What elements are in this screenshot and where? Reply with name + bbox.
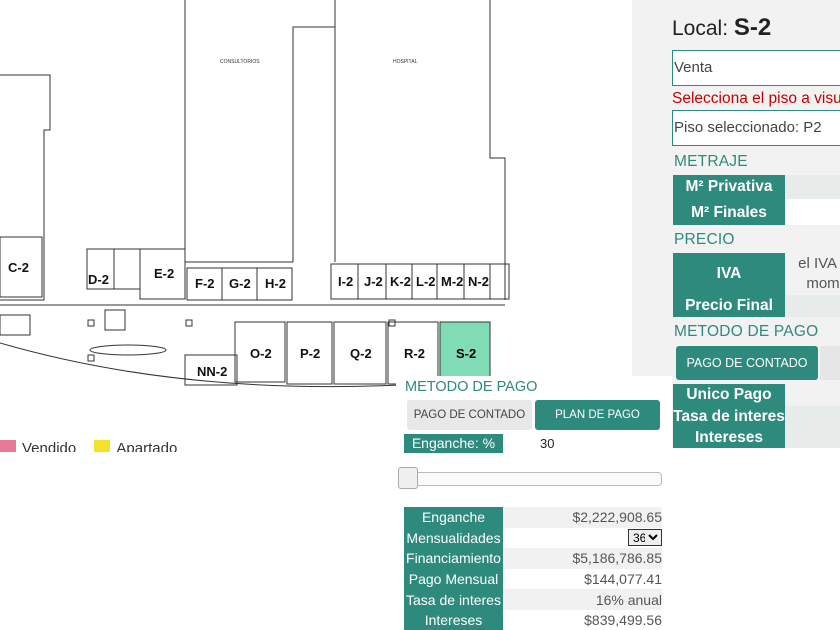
legend-sold: Vendido xyxy=(22,440,77,452)
sold-swatch xyxy=(0,440,16,452)
status-legend: Vendido Apartado xyxy=(0,440,177,452)
precio-final-label: Precio Final xyxy=(673,295,785,317)
unico-pago-line1: Unico Pago xyxy=(686,386,772,403)
building-label-hospital: HOSPITAL xyxy=(393,59,418,65)
intereses-label-panel: Intereses xyxy=(673,428,785,448)
payment-row-value: $5,186,786.85 xyxy=(503,548,662,569)
unit-d-2[interactable]: D-2 xyxy=(88,272,109,287)
unit-s-2[interactable]: S-2 xyxy=(456,346,476,361)
floor-plan[interactable]: CONSULTORIOS HOSPITAL C-2 D-2 E-2 F-2 G-… xyxy=(0,0,632,400)
unit-m-2[interactable]: M-2 xyxy=(441,274,463,289)
payment-row: Mensualidades 36 xyxy=(404,527,662,549)
title-prefix: Local: xyxy=(672,17,729,40)
payment-row-label: Intereses xyxy=(404,609,503,630)
enganche-slider-thumb[interactable] xyxy=(398,467,418,489)
payment-row-label: Tasa de interes xyxy=(404,589,503,610)
unit-i-2[interactable]: I-2 xyxy=(338,274,353,289)
payment-row-label: Pago Mensual xyxy=(404,568,503,590)
iva-label: IVA xyxy=(673,253,785,295)
unit-g-2[interactable]: G-2 xyxy=(229,276,251,291)
tasa-value xyxy=(785,406,840,428)
payment-row-label: Financiamiento xyxy=(404,548,503,569)
m2-privativa-label: M² Privativa xyxy=(673,175,785,199)
plan-de-pago-button[interactable]: PLAN DE PAGO xyxy=(535,400,660,430)
enganche-slider-track[interactable] xyxy=(400,472,662,486)
unit-q-2[interactable]: Q-2 xyxy=(350,346,372,361)
payment-row-value: 16% anual xyxy=(503,589,662,610)
payment-row-value: $144,077.41 xyxy=(584,571,662,588)
plan-pago-button-partial[interactable] xyxy=(820,346,840,380)
unit-title: Local: S-2 xyxy=(672,14,771,42)
page: CONSULTORIOS HOSPITAL C-2 D-2 E-2 F-2 G-… xyxy=(0,0,840,630)
floor-select[interactable]: Piso seleccionado: P2 xyxy=(672,110,840,146)
payment-row: Tasa de interes 16% anual xyxy=(404,589,662,610)
m2-finales-value xyxy=(785,199,840,225)
iva-note-line2: mom xyxy=(806,275,840,292)
payment-heading: METODO DE PAGO xyxy=(405,379,538,395)
status-field[interactable]: Venta xyxy=(672,50,840,86)
section-precio: PRECIO xyxy=(674,231,735,248)
unit-h-2[interactable]: H-2 xyxy=(265,276,286,291)
floor-prompt: Selecciona el piso a visualizar xyxy=(672,90,840,107)
payment-row-label: Enganche xyxy=(404,507,503,528)
unit-l-2[interactable]: L-2 xyxy=(416,274,436,289)
payment-row-value: $839,499.56 xyxy=(584,612,662,629)
mensualidades-cell: 36 xyxy=(503,528,662,549)
tasa-line: Tasa de interes xyxy=(673,408,785,425)
unit-r-2[interactable]: R-2 xyxy=(404,346,425,361)
intereses-value-panel xyxy=(785,428,840,448)
contado-button[interactable]: PAGO DE CONTADO xyxy=(407,400,532,430)
unit-e-2[interactable]: E-2 xyxy=(154,266,174,281)
payment-plan-table: Enganche $2,222,908.65 Mensualidades 36 Fina… xyxy=(404,507,662,630)
precio-final-value xyxy=(785,295,840,317)
payment-plan-panel: METODO DE PAGO PAGO DE CONTADO PLAN DE P… xyxy=(396,376,672,630)
unit-nn-2[interactable]: NN-2 xyxy=(197,364,227,379)
payment-row-value: $2,222,908.65 xyxy=(503,507,662,528)
iva-note: el IVA s mom xyxy=(793,254,840,294)
m2-finales-label: M² Finales xyxy=(673,199,785,225)
enganche-pct-value[interactable]: 30 xyxy=(540,436,554,451)
payment-row: Enganche $2,222,908.65 xyxy=(404,507,662,528)
title-value: S-2 xyxy=(733,14,772,41)
unico-pago-label: Unico Pago Tasa de interes xyxy=(673,384,785,428)
enganche-pct-label: Enganche: % xyxy=(404,434,503,453)
legend-reserved: Apartado xyxy=(116,440,178,452)
payment-row: Pago Mensual $144,077.41 xyxy=(404,568,662,590)
iva-note-line1: el IVA s xyxy=(798,255,840,272)
payment-row: Financiamiento $5,186,786.85 xyxy=(404,548,662,569)
unit-j-2[interactable]: J-2 xyxy=(364,274,383,289)
section-metraje: METRAJE xyxy=(674,153,748,170)
pago-contado-button[interactable]: PAGO DE CONTADO xyxy=(676,346,818,380)
unit-c-2[interactable]: C-2 xyxy=(8,260,29,275)
section-metodo-pago: METODO DE PAGO xyxy=(674,323,819,340)
building-label-consultorios: CONSULTORIOS xyxy=(220,59,260,65)
mensualidades-select[interactable]: 36 xyxy=(628,529,662,547)
unit-f-2[interactable]: F-2 xyxy=(195,276,215,291)
unit-o-2[interactable]: O-2 xyxy=(250,346,272,361)
payment-row-label: Mensualidades xyxy=(404,527,503,549)
payment-row: Intereses $839,499.56 xyxy=(404,609,662,630)
unit-n-2[interactable]: N-2 xyxy=(468,274,489,289)
m2-privativa-value xyxy=(785,175,840,199)
unit-k-2[interactable]: K-2 xyxy=(390,274,411,289)
unit-p-2[interactable]: P-2 xyxy=(300,346,320,361)
reserved-swatch xyxy=(94,440,111,452)
